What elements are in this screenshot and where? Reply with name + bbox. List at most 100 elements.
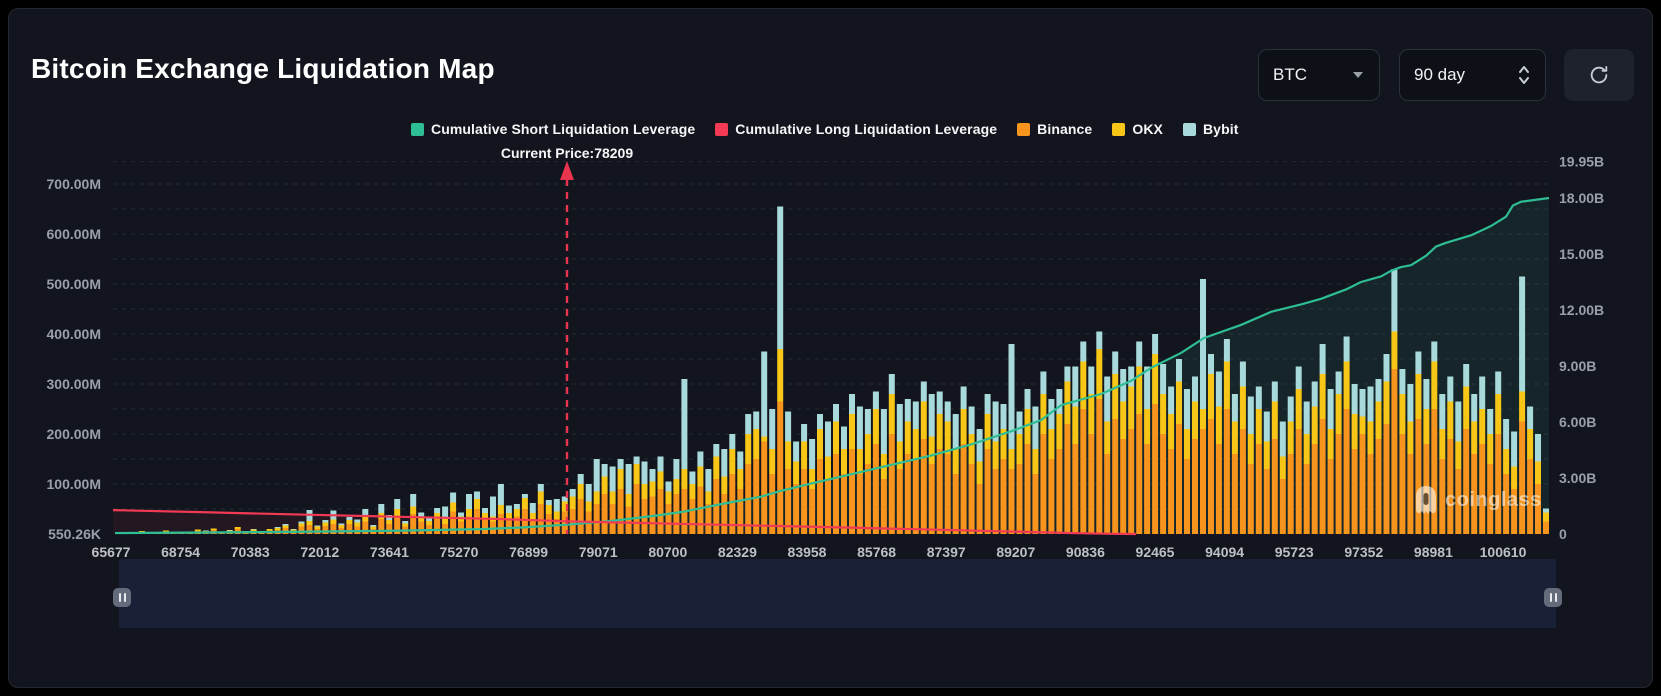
bar-bybit: [912, 401, 919, 429]
bar-okx: [761, 436, 768, 442]
bar-binance: [888, 434, 895, 534]
bar-binance: [601, 494, 608, 534]
bar-bybit: [1479, 376, 1486, 409]
bar-bybit: [1152, 334, 1159, 354]
bar-bybit: [745, 414, 752, 434]
bar-binance: [825, 479, 831, 534]
bar-binance: [1136, 414, 1143, 534]
bar-binance: [1152, 404, 1159, 534]
bar-binance: [1399, 434, 1406, 534]
bar-binance: [1327, 459, 1334, 534]
navigator-left-handle[interactable]: [113, 588, 131, 607]
bar-binance: [1367, 454, 1374, 534]
bar-okx: [705, 491, 712, 504]
bar-bybit: [370, 525, 377, 527]
bar-binance: [944, 454, 951, 534]
bar-binance: [976, 484, 983, 534]
bar-binance: [1176, 424, 1182, 534]
bar-bybit: [1008, 344, 1015, 449]
bar-bybit: [1223, 339, 1230, 362]
bar-bybit: [769, 409, 776, 449]
bar-bybit: [282, 524, 289, 526]
bar-okx: [1343, 361, 1350, 409]
bar-binance: [960, 444, 967, 534]
bar-bybit: [402, 521, 409, 524]
bar-okx: [1200, 409, 1206, 429]
bar-okx: [322, 522, 329, 526]
bar-bybit: [1495, 371, 1502, 394]
bar-bybit: [681, 379, 688, 469]
x-axis-tick: 76899: [509, 544, 548, 560]
bar-binance: [1016, 464, 1023, 534]
bar-binance: [1008, 469, 1015, 534]
bar-okx: [633, 464, 640, 484]
bar-okx: [912, 429, 919, 459]
bar-okx: [1048, 429, 1055, 459]
bar-okx: [346, 520, 353, 524]
bar-bybit: [1255, 386, 1262, 409]
bar-bybit: [1200, 279, 1206, 409]
bar-binance: [984, 449, 991, 534]
bar-binance: [785, 469, 792, 534]
bar-okx: [641, 484, 648, 499]
bar-bybit: [1535, 434, 1541, 462]
bar-bybit: [1263, 411, 1270, 442]
left-axis-tick: 700.00M: [47, 176, 101, 192]
bar-binance: [952, 474, 959, 534]
bar-binance: [537, 504, 544, 534]
bar-okx: [825, 456, 831, 479]
bar-bybit: [298, 521, 305, 524]
bar-okx: [992, 441, 999, 469]
bar-bybit: [944, 401, 951, 422]
bar-bybit: [1136, 341, 1143, 367]
bar-bybit: [322, 520, 329, 523]
bar-binance: [1303, 464, 1310, 534]
bar-okx: [402, 523, 409, 527]
bar-okx: [1295, 389, 1302, 429]
bar-okx: [442, 519, 449, 524]
bar-binance: [1208, 419, 1214, 534]
bar-bybit: [649, 469, 656, 482]
bar-binance: [1391, 369, 1398, 534]
bar-bybit: [936, 391, 943, 414]
bar-bybit: [577, 474, 584, 484]
x-axis-tick: 90836: [1066, 544, 1105, 560]
bar-bybit: [1056, 389, 1063, 414]
bar-binance: [817, 459, 823, 534]
bar-okx: [1519, 391, 1526, 422]
bar-okx: [1327, 429, 1334, 459]
bar-okx: [1455, 441, 1462, 469]
bar-bybit: [841, 426, 847, 449]
bar-binance: [609, 504, 616, 534]
bar-bybit: [474, 491, 480, 499]
bar-okx: [1112, 374, 1119, 419]
navigator-right-handle[interactable]: [1544, 588, 1562, 607]
bar-okx: [817, 429, 823, 459]
bar-binance: [545, 514, 552, 534]
bar-bybit: [689, 471, 696, 484]
bar-bybit: [1184, 389, 1190, 429]
bar-binance: [418, 521, 425, 534]
bar-okx: [585, 501, 592, 512]
bar-okx: [354, 522, 361, 527]
bar-binance: [1200, 429, 1206, 534]
bar-binance: [322, 526, 329, 534]
bar-bybit: [1503, 419, 1510, 449]
bar-okx: [1152, 354, 1159, 404]
range-navigator-track[interactable]: [113, 559, 1562, 628]
current-price-marker: [560, 161, 574, 534]
bar-okx: [1120, 401, 1127, 439]
bar-bybit: [1447, 376, 1454, 402]
bar-okx: [569, 496, 576, 509]
bar-bybit: [346, 517, 353, 520]
bar-okx: [1527, 429, 1534, 459]
bar-bybit: [1383, 354, 1390, 382]
bar-bybit: [1088, 366, 1095, 394]
bar-okx: [1192, 401, 1198, 439]
bar-bybit: [952, 414, 959, 449]
bar-okx: [1399, 394, 1406, 434]
bar-okx: [1303, 434, 1310, 464]
bar-bybit: [673, 459, 680, 479]
bar-bybit: [713, 444, 720, 457]
bar-okx: [785, 441, 792, 469]
